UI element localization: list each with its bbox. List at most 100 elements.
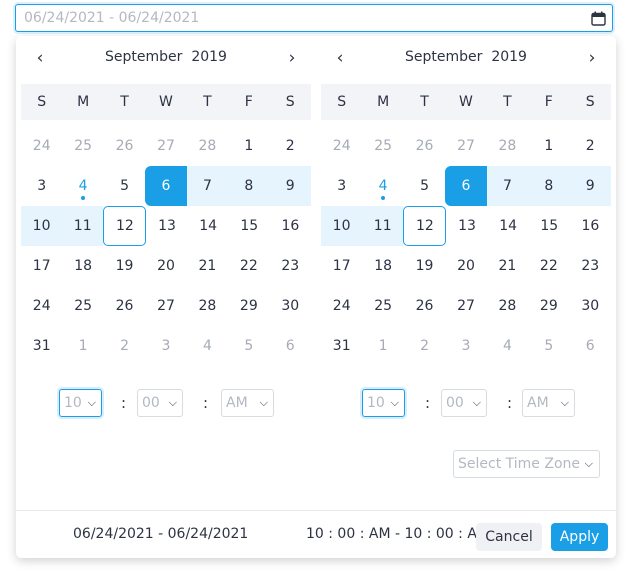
next-month-button[interactable]: › <box>282 47 302 69</box>
calendar-day[interactable]: 28 <box>487 286 528 326</box>
calendar-day[interactable]: 31 <box>21 326 62 366</box>
calendar-day[interactable]: 2 <box>104 326 145 366</box>
calendar-day[interactable]: 20 <box>445 246 486 286</box>
meridiem-select[interactable]: AM ⌵ <box>522 389 575 417</box>
time-separator: : <box>203 394 209 412</box>
calendar-day[interactable]: 5 <box>404 166 445 206</box>
calendar-day[interactable]: 17 <box>21 246 62 286</box>
cancel-button[interactable]: Cancel <box>476 523 542 551</box>
calendar-day[interactable]: 25 <box>362 286 403 326</box>
calendar-day-today[interactable]: 4 <box>62 166 103 206</box>
calendar-day[interactable]: 4 <box>487 326 528 366</box>
calendar-day[interactable]: 27 <box>445 286 486 326</box>
next-month-button[interactable]: › <box>582 47 602 69</box>
calendar-day[interactable]: 21 <box>187 246 228 286</box>
calendar-day[interactable]: 24 <box>321 286 362 326</box>
calendar-day-in-range[interactable]: 10 <box>321 206 363 246</box>
calendar-day[interactable]: 19 <box>104 246 145 286</box>
calendar-day-in-range[interactable]: 11 <box>62 206 104 246</box>
calendar-day-in-range[interactable]: 11 <box>362 206 404 246</box>
calendar-day[interactable]: 26 <box>104 286 145 326</box>
calendar-day[interactable]: 15 <box>229 206 270 246</box>
calendar-icon[interactable] <box>591 11 606 26</box>
calendar-day[interactable]: 1 <box>528 126 569 166</box>
calendar-day[interactable]: 16 <box>570 206 611 246</box>
calendar-day[interactable]: 18 <box>62 246 103 286</box>
calendar-day[interactable]: 13 <box>146 206 187 246</box>
calendar-day-in-range[interactable]: 7 <box>486 166 529 206</box>
calendar-day[interactable]: 17 <box>321 246 362 286</box>
calendar-day[interactable]: 27 <box>445 126 486 166</box>
calendar-day[interactable]: 15 <box>529 206 570 246</box>
calendar-day[interactable]: 30 <box>570 286 611 326</box>
calendar-day[interactable]: 1 <box>228 126 269 166</box>
calendar-day-today[interactable]: 4 <box>362 166 403 206</box>
hour-select[interactable]: 10 ⌵ <box>362 389 405 417</box>
calendar-day-in-range[interactable]: 9 <box>569 166 611 206</box>
calendar-day[interactable]: 28 <box>187 126 228 166</box>
calendar-day[interactable]: 20 <box>145 246 186 286</box>
calendar-day[interactable]: 5 <box>528 326 569 366</box>
calendar-day[interactable]: 2 <box>570 126 611 166</box>
calendar-day[interactable]: 27 <box>145 126 186 166</box>
calendar-day[interactable]: 5 <box>104 166 145 206</box>
calendar-day-selected[interactable]: 6 <box>145 166 187 206</box>
calendar-day-in-range[interactable]: 8 <box>228 166 270 206</box>
calendar-day[interactable]: 3 <box>145 326 186 366</box>
calendar-day-in-range[interactable]: 7 <box>186 166 229 206</box>
calendar-day[interactable]: 23 <box>570 246 611 286</box>
calendar-day[interactable]: 31 <box>321 326 362 366</box>
meridiem-select[interactable]: AM ⌵ <box>221 389 274 417</box>
calendar-day[interactable]: 24 <box>21 126 62 166</box>
calendar-day[interactable]: 22 <box>528 246 569 286</box>
calendar-day[interactable]: 16 <box>270 206 311 246</box>
calendar-day[interactable]: 29 <box>528 286 569 326</box>
calendar-day-focused[interactable]: 12 <box>103 206 147 246</box>
calendar-day[interactable]: 2 <box>404 326 445 366</box>
calendar-day[interactable]: 1 <box>362 326 403 366</box>
calendar-day[interactable]: 5 <box>228 326 269 366</box>
calendar-day[interactable]: 24 <box>321 126 362 166</box>
calendar-day-selected[interactable]: 6 <box>445 166 487 206</box>
calendar-day[interactable]: 25 <box>62 286 103 326</box>
apply-button[interactable]: Apply <box>551 523 608 551</box>
calendar-day[interactable]: 2 <box>270 126 311 166</box>
calendar-day[interactable]: 26 <box>404 286 445 326</box>
calendar-day[interactable]: 3 <box>21 166 62 206</box>
calendar-day-in-range[interactable]: 9 <box>269 166 311 206</box>
hour-select[interactable]: 10 ⌵ <box>59 389 102 417</box>
week-row: 3 4 5 6 7 8 9 <box>321 166 611 206</box>
calendar-day[interactable]: 21 <box>487 246 528 286</box>
calendar-day[interactable]: 26 <box>104 126 145 166</box>
minute-select[interactable]: 00 ⌵ <box>441 389 487 417</box>
calendar-day[interactable]: 14 <box>188 206 229 246</box>
calendar-day[interactable]: 25 <box>62 126 103 166</box>
calendar-day-in-range[interactable]: 10 <box>21 206 63 246</box>
calendar-day[interactable]: 6 <box>570 326 611 366</box>
calendar-day-focused[interactable]: 12 <box>403 206 447 246</box>
calendar-day[interactable]: 26 <box>404 126 445 166</box>
calendar-day[interactable]: 18 <box>362 246 403 286</box>
calendar-day[interactable]: 3 <box>445 326 486 366</box>
calendar-day[interactable]: 19 <box>404 246 445 286</box>
calendar-day[interactable]: 4 <box>187 326 228 366</box>
calendar-day[interactable]: 3 <box>321 166 362 206</box>
calendar-day[interactable]: 14 <box>488 206 529 246</box>
calendar-day[interactable]: 28 <box>487 126 528 166</box>
calendar-day[interactable]: 13 <box>446 206 487 246</box>
date-range-input[interactable] <box>15 4 613 32</box>
calendar-day[interactable]: 22 <box>228 246 269 286</box>
calendar-day[interactable]: 6 <box>270 326 311 366</box>
calendar-day-in-range[interactable]: 8 <box>528 166 570 206</box>
minute-select[interactable]: 00 ⌵ <box>137 389 183 417</box>
calendar-day[interactable]: 1 <box>62 326 103 366</box>
calendar-day[interactable]: 24 <box>21 286 62 326</box>
timezone-select[interactable]: Select Time Zone ⌵ <box>453 450 600 478</box>
calendar-day[interactable]: 23 <box>270 246 311 286</box>
calendar-day[interactable]: 30 <box>270 286 311 326</box>
date-range-field[interactable] <box>24 8 564 28</box>
calendar-day[interactable]: 25 <box>362 126 403 166</box>
calendar-day[interactable]: 27 <box>145 286 186 326</box>
calendar-day[interactable]: 28 <box>187 286 228 326</box>
calendar-day[interactable]: 29 <box>228 286 269 326</box>
